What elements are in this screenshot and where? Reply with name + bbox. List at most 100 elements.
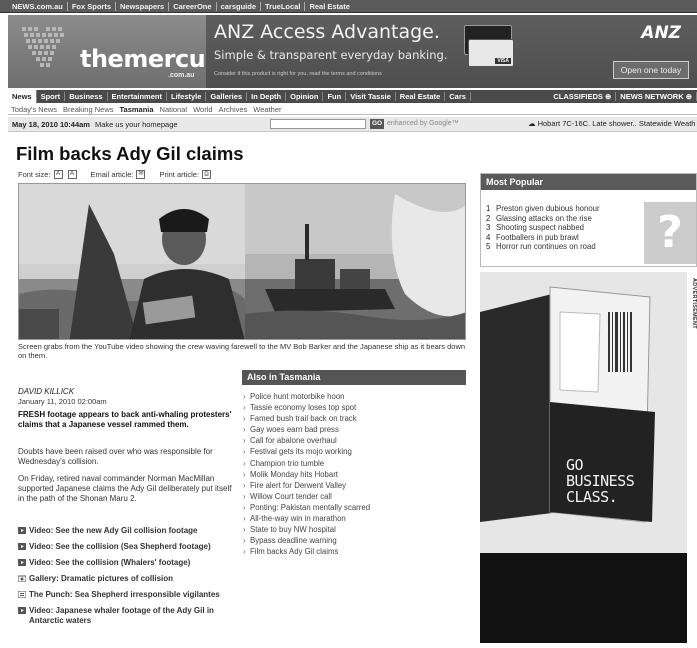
date-search-bar: May 18, 2010 10:44am Make us your homepa… [8, 117, 697, 132]
related-link-video[interactable]: Video: See the new Ady Gil collision foo… [18, 526, 246, 542]
subnav-item[interactable]: Today's News [8, 105, 60, 114]
related-link-video[interactable]: Video: See the collision (Sea Shepherd f… [18, 542, 246, 558]
ad-title: ANZ Access Advantage. [214, 21, 440, 43]
also-in-tasmania: Also in Tasmania Police hunt motorbike h… [242, 370, 466, 557]
font-smaller-icon[interactable]: A [53, 170, 63, 179]
video-icon [18, 527, 26, 534]
also-item[interactable]: Willow Court tender call [242, 491, 466, 502]
related-link-video[interactable]: Video: See the collision (Whalers' foota… [18, 558, 246, 574]
nav-item-sport[interactable]: Sport [37, 92, 66, 101]
article-lead: FRESH footage appears to back anti-whali… [18, 410, 232, 429]
nav-item-in-depth[interactable]: In Depth [247, 92, 287, 101]
tasmania-map-logo [22, 27, 64, 67]
ad-fine-print: Consider if this product is right for yo… [214, 71, 382, 77]
main-nav: News Sport Business Entertainment Lifest… [8, 90, 697, 103]
visa-label: VISA [495, 58, 511, 64]
related-link-gallery[interactable]: Gallery: Dramatic pictures of collision [17, 574, 246, 590]
search-input[interactable] [270, 119, 366, 129]
also-item[interactable]: State to buy NW hospital [242, 524, 466, 535]
related-link-text: Video: See the collision (Sea Shepherd f… [29, 542, 211, 551]
popular-item[interactable]: 2 Glassing attacks on the rise [486, 214, 600, 224]
article-paragraph: On Friday, retired naval commander Norma… [18, 474, 232, 503]
classifieds-menu[interactable]: CLASSIFIEDS ⊕ [549, 92, 617, 101]
related-link-opinion[interactable]: The Punch: Sea Shepherd irresponsible vi… [17, 590, 246, 606]
related-link-text: The Punch: Sea Shepherd irresponsible vi… [29, 590, 220, 599]
network-link[interactable]: Newspapers [116, 1, 170, 11]
site-banner: themercury .com.au ANZ Access Advantage.… [8, 15, 697, 88]
popular-item[interactable]: 3 Shooting suspect nabbed [486, 223, 600, 233]
most-popular: Most Popular 1 Preston given dubious hono… [480, 173, 697, 267]
network-link[interactable]: carsguide [217, 1, 261, 11]
advertisement-label: ADVERTISEMENT [691, 278, 697, 329]
related-link-text: Video: See the collision (Whalers' foota… [29, 558, 191, 567]
related-link-video[interactable]: Video: Japanese whaler footage of the Ad… [18, 606, 246, 628]
article-photo [18, 183, 466, 340]
nav-item-visit-tassie[interactable]: Visit Tassie [346, 92, 396, 101]
email-article-label: Email article: [90, 170, 134, 179]
article-title: Film backs Ady Gil claims [16, 143, 244, 164]
network-link[interactable]: TrueLocal [261, 1, 306, 11]
also-item[interactable]: Gay woes earn bad press [242, 424, 466, 435]
also-item[interactable]: Molik Monday hits Hobart [242, 469, 466, 480]
also-item[interactable]: Tassie economy loses top spot [242, 402, 466, 413]
anz-advert[interactable]: ANZ Access Advantage. Simple & transpare… [206, 15, 697, 88]
visa-card-image: VISA [468, 39, 514, 67]
related-link-text: Video: Japanese whaler footage of the Ad… [29, 606, 214, 625]
font-larger-icon[interactable]: A [67, 170, 77, 179]
related-link-text: Gallery: Dramatic pictures of collision [29, 574, 174, 583]
also-item[interactable]: Festival gets its mojo working [242, 446, 466, 457]
popular-item[interactable]: 5 Horror run continues on road [486, 242, 600, 252]
search-go-button[interactable]: GO [370, 119, 384, 129]
subnav-item-active[interactable]: Tasmania [117, 105, 157, 114]
popular-item-text: Footballers in pub brawl [496, 232, 579, 242]
subnav-item[interactable]: National [157, 105, 191, 114]
business-class-advert[interactable]: GO BUSINESS CLASS. [480, 272, 687, 643]
nav-item-galleries[interactable]: Galleries [206, 92, 248, 101]
subnav-item[interactable]: World [190, 105, 215, 114]
nav-item-lifestyle[interactable]: Lifestyle [167, 92, 207, 101]
also-item[interactable]: Call for abalone overhaul [242, 435, 466, 446]
network-link[interactable]: CareerOne [169, 1, 217, 11]
popular-item-text: Glassing attacks on the rise [496, 213, 592, 223]
popular-item[interactable]: 4 Footballers in pub brawl [486, 233, 600, 243]
nav-item-news[interactable]: News [8, 90, 37, 103]
subnav-item[interactable]: Archives [216, 105, 251, 114]
anz-logo: ANZ [641, 23, 681, 43]
email-icon[interactable]: ✉ [136, 170, 146, 179]
news-network-menu[interactable]: NEWS NETWORK ⊕ [616, 92, 697, 101]
subnav-item[interactable]: Weather [250, 105, 284, 114]
also-item[interactable]: Bypass deadline warning [242, 535, 466, 546]
crew-waving-image [19, 184, 245, 339]
video-icon [18, 559, 26, 566]
nav-item-entertainment[interactable]: Entertainment [108, 92, 167, 101]
open-account-button[interactable]: Open one today [613, 61, 689, 79]
also-item[interactable]: Police hunt motorbike hoon [242, 391, 466, 402]
site-logo-domain: .com.au [168, 72, 195, 79]
network-link[interactable]: Fox Sports [68, 1, 117, 11]
subnav-item[interactable]: Breaking News [60, 105, 116, 114]
also-item[interactable]: Film backs Ady Gil claims [242, 546, 466, 557]
print-icon[interactable]: ⎙ [202, 170, 212, 179]
nav-item-opinion[interactable]: Opinion [286, 92, 324, 101]
also-item[interactable]: Ponting: Pakistan mentally scarred [242, 502, 466, 513]
also-item[interactable]: Champion trio tumble [242, 458, 466, 469]
weather-widget[interactable]: ☁ Hobart 7C-16C. Late shower.. Statewide… [528, 119, 695, 128]
weather-text: Hobart 7C-16C. Late shower.. Statewide W… [537, 119, 696, 128]
nav-item-real-estate[interactable]: Real Estate [396, 92, 446, 101]
also-item[interactable]: Fire alert for Derwent Valley [242, 480, 466, 491]
network-link[interactable]: Real Estate [305, 2, 353, 11]
also-item[interactable]: All-the-way win in marathon [242, 513, 466, 524]
nav-item-business[interactable]: Business [65, 92, 108, 101]
japanese-ship-image [245, 184, 465, 339]
nav-item-cars[interactable]: Cars [445, 92, 471, 101]
make-homepage-link[interactable]: Make us your homepage [90, 120, 178, 129]
popular-item[interactable]: 1 Preston given dubious honour [486, 204, 600, 214]
network-link[interactable]: NEWS.com.au [8, 1, 68, 11]
most-popular-heading: Most Popular [481, 174, 696, 190]
nav-item-fun[interactable]: Fun [323, 92, 347, 101]
cloud-icon: ☁ [528, 119, 538, 128]
author-byline: DAVID KILLICK [18, 387, 75, 396]
popular-item-text: Horror run continues on road [496, 242, 596, 251]
also-item[interactable]: Famed bush trail back on track [242, 413, 466, 424]
photo-caption: Screen grabs from the YouTube video show… [18, 342, 466, 360]
